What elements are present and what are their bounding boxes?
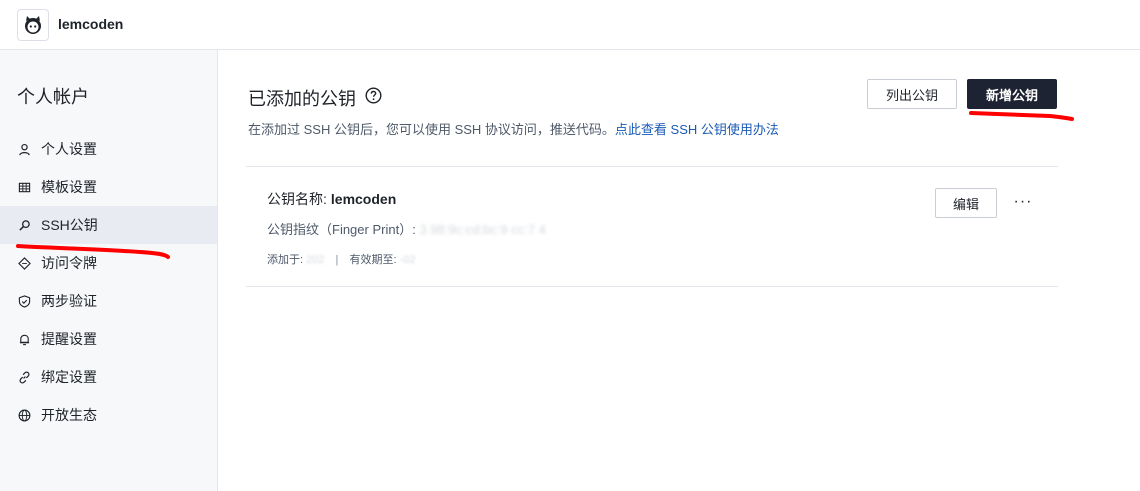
add-key-button[interactable]: 新增公钥 bbox=[967, 79, 1057, 109]
brand-name[interactable]: lemcoden bbox=[58, 16, 123, 32]
help-icon[interactable] bbox=[365, 87, 382, 104]
sidebar-item-label: 提醒设置 bbox=[41, 331, 97, 347]
list-keys-button[interactable]: 列出公钥 bbox=[867, 79, 957, 109]
sidebar-item-template-settings[interactable]: 模板设置 bbox=[0, 168, 217, 206]
fingerprint-label: 公钥指纹（Finger Print）: bbox=[267, 222, 416, 237]
divider bbox=[246, 286, 1058, 287]
octocat-avatar-icon bbox=[25, 16, 41, 34]
sidebar-item-label: 两步验证 bbox=[41, 293, 97, 309]
sidebar: 个人帐户 个人设置 模板设置 SSH公钥 访问令牌 两步验证 提醒设置 绑定设置… bbox=[0, 50, 218, 491]
page-title: 已添加的公钥 bbox=[248, 89, 356, 109]
key-fingerprint: 公钥指纹（Finger Print）: 3 98:9c:cd:bc:9 cc:7… bbox=[267, 219, 546, 238]
key-name-value: lemcoden bbox=[330, 191, 397, 207]
avatar[interactable] bbox=[17, 9, 49, 41]
key-meta: 添加于: 202 | 有效期至: -02 bbox=[267, 251, 416, 267]
divider bbox=[246, 166, 1058, 167]
sidebar-item-open-ecosystem[interactable]: 开放生态 bbox=[0, 396, 217, 434]
ssh-help-link[interactable]: 点此查看 SSH 公钥使用办法 bbox=[615, 122, 779, 137]
sidebar-item-ssh-keys[interactable]: SSH公钥 bbox=[0, 206, 217, 244]
sidebar-title: 个人帐户 bbox=[17, 87, 89, 107]
main-content: 已添加的公钥 在添加过 SSH 公钥后，您可以使用 SSH 协议访问，推送代码。… bbox=[218, 50, 1140, 491]
sidebar-item-label: 个人设置 bbox=[41, 141, 97, 157]
page-description: 在添加过 SSH 公钥后，您可以使用 SSH 协议访问，推送代码。点此查看 SS… bbox=[248, 119, 779, 138]
fingerprint-value: 3 98:9c:cd:bc:9 cc:7 4 bbox=[419, 222, 546, 237]
description-text: 在添加过 SSH 公钥后，您可以使用 SSH 协议访问，推送代码。 bbox=[248, 122, 615, 137]
key-name-label: 公钥名称: bbox=[267, 191, 327, 207]
sidebar-item-label: 模板设置 bbox=[41, 179, 97, 195]
edit-key-button[interactable]: 编辑 bbox=[935, 188, 997, 218]
sidebar-item-bindings[interactable]: 绑定设置 bbox=[0, 358, 217, 396]
more-options-button[interactable]: ··· bbox=[1012, 191, 1034, 213]
top-bar: lemcoden bbox=[0, 0, 1140, 50]
ticket-icon bbox=[17, 256, 31, 270]
expires-value: -02 bbox=[399, 254, 416, 266]
grid-icon bbox=[17, 180, 31, 194]
added-value: 202 bbox=[306, 254, 328, 266]
key-search-icon bbox=[17, 218, 31, 232]
link-icon bbox=[17, 370, 31, 384]
sidebar-item-label: 访问令牌 bbox=[41, 255, 97, 271]
sidebar-item-access-tokens[interactable]: 访问令牌 bbox=[0, 244, 217, 282]
key-name: 公钥名称: lemcoden bbox=[267, 189, 396, 209]
sidebar-item-label: SSH公钥 bbox=[41, 217, 98, 233]
meta-separator: | bbox=[335, 254, 339, 266]
sidebar-item-label: 开放生态 bbox=[41, 407, 97, 423]
sidebar-menu: 个人设置 模板设置 SSH公钥 访问令牌 两步验证 提醒设置 绑定设置 开放生态 bbox=[0, 130, 217, 434]
user-icon bbox=[17, 142, 31, 156]
bell-icon bbox=[17, 332, 31, 346]
sidebar-item-personal-settings[interactable]: 个人设置 bbox=[0, 130, 217, 168]
sidebar-item-two-factor[interactable]: 两步验证 bbox=[0, 282, 217, 320]
sidebar-item-notifications[interactable]: 提醒设置 bbox=[0, 320, 217, 358]
globe-icon bbox=[17, 408, 31, 422]
added-label: 添加于: bbox=[267, 254, 304, 266]
sidebar-item-label: 绑定设置 bbox=[41, 369, 97, 385]
shield-icon bbox=[17, 294, 31, 308]
expires-label: 有效期至: bbox=[349, 254, 397, 266]
